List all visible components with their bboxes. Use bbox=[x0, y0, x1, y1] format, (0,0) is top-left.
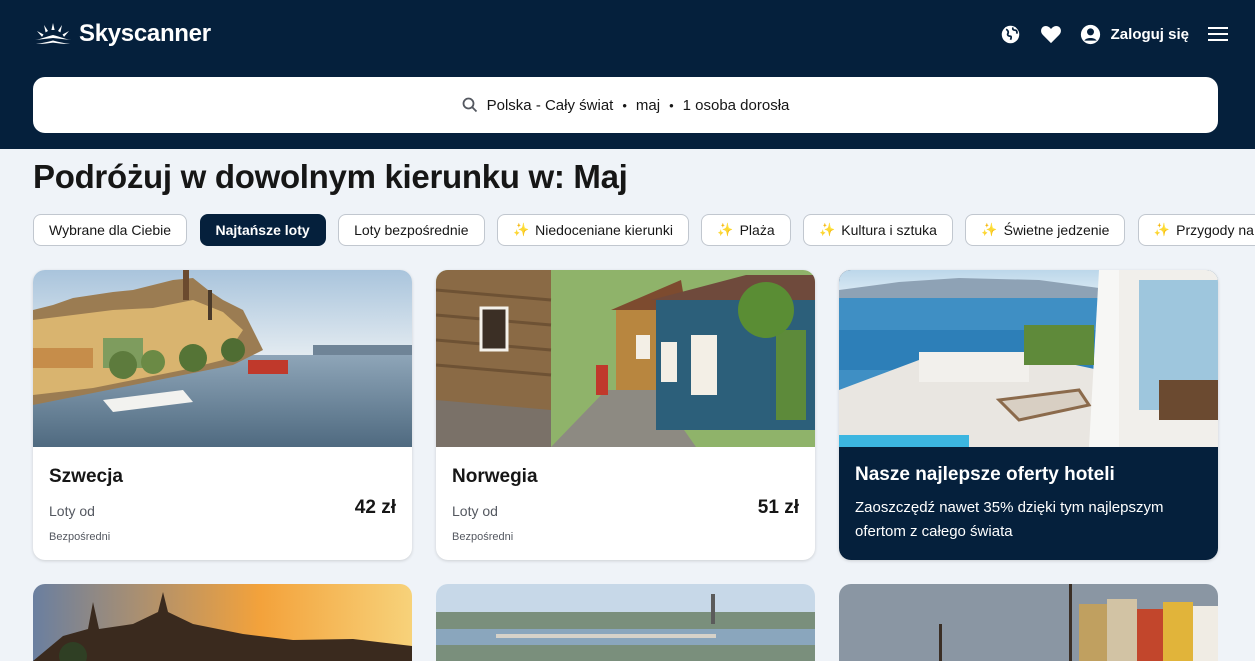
search-summary-bar[interactable]: Polska - Cały świat • maj • 1 osoba doro… bbox=[33, 77, 1218, 133]
separator-dot: • bbox=[669, 97, 674, 113]
direct-tag: Bezpośredni bbox=[49, 531, 111, 543]
chip-label: Wybrane dla Ciebie bbox=[49, 222, 172, 238]
destination-name: Norwegia bbox=[452, 466, 538, 487]
chip-culture-art[interactable]: ✨ Kultura i sztuka bbox=[803, 214, 953, 246]
search-travellers: 1 osoba dorosła bbox=[682, 96, 790, 114]
chip-label: Przygody na łonie bbox=[1176, 222, 1255, 238]
price: 51 zł bbox=[757, 497, 799, 518]
destination-photo-oslo-street bbox=[436, 270, 815, 447]
price: 42 zł bbox=[354, 497, 396, 518]
card-details: Szwecja Loty od 42 zł Bezpośredni bbox=[33, 447, 412, 560]
destination-photo-prague bbox=[33, 584, 412, 661]
search-date: maj bbox=[635, 96, 661, 114]
heart-icon[interactable] bbox=[1040, 23, 1062, 45]
sparkles-icon: ✨ bbox=[717, 222, 734, 237]
globe-icon[interactable] bbox=[1000, 23, 1022, 45]
hotel-terrace-photo bbox=[839, 270, 1218, 447]
destination-card-copenhagen-preview[interactable] bbox=[839, 584, 1218, 661]
chip-direct-flights[interactable]: Loty bezpośrednie bbox=[338, 214, 485, 246]
destination-name: Szwecja bbox=[49, 466, 123, 487]
chip-cheapest-flights[interactable]: Najtańsze loty bbox=[199, 214, 326, 246]
destination-card-prague-preview[interactable] bbox=[33, 584, 412, 661]
chip-picked-for-you[interactable]: Wybrane dla Ciebie bbox=[33, 214, 188, 246]
destination-card-sweden[interactable]: Szwecja Loty od 42 zł Bezpośredni bbox=[33, 270, 412, 560]
menu-icon[interactable] bbox=[1207, 23, 1229, 45]
hotel-promo-description: Zaoszczędź nawet 35% dzięki tym najlepsz… bbox=[855, 499, 1164, 540]
chip-label: Najtańsze loty bbox=[215, 222, 310, 238]
sparkles-icon: ✨ bbox=[981, 222, 998, 237]
chip-underrated-destinations[interactable]: ✨ Niedoceniane kierunki bbox=[496, 214, 689, 246]
sparkles-icon: ✨ bbox=[819, 222, 836, 237]
sunrise-logo-icon bbox=[35, 23, 71, 45]
login-link[interactable]: Zaloguj się bbox=[1111, 26, 1189, 43]
search-icon bbox=[462, 97, 477, 113]
hotel-promo-title: Nasze najlepsze oferty hoteli bbox=[855, 464, 1115, 485]
sparkles-icon: ✨ bbox=[1153, 222, 1171, 237]
hotel-deals-promo-card[interactable]: Nasze najlepsze oferty hoteli Zaoszczędź… bbox=[839, 270, 1218, 560]
destination-card-city-preview[interactable] bbox=[436, 584, 815, 661]
sparkles-icon: ✨ bbox=[512, 222, 530, 237]
direct-tag: Bezpośredni bbox=[452, 531, 514, 543]
skyscanner-logo[interactable]: Skyscanner bbox=[33, 19, 211, 49]
destination-photo-river-city bbox=[436, 584, 815, 661]
destination-card-norway[interactable]: Norwegia Loty od 51 zł Bezpośredni bbox=[436, 270, 815, 560]
chip-label: Niedoceniane kierunki bbox=[535, 222, 673, 238]
filter-chips: Wybrane dla Ciebie Najtańsze loty Loty b… bbox=[33, 214, 1255, 246]
card-details: Norwegia Loty od 51 zł Bezpośredni bbox=[436, 447, 815, 560]
chip-beach[interactable]: ✨ Plaża bbox=[701, 214, 791, 246]
chip-great-food[interactable]: ✨ Świetne jedzenie bbox=[965, 214, 1126, 246]
user-icon[interactable] bbox=[1080, 23, 1102, 45]
destination-photo-nyhavn bbox=[839, 584, 1218, 661]
chip-label: Kultura i sztuka bbox=[841, 222, 937, 238]
destination-photo-stockholm bbox=[33, 270, 412, 447]
chip-label: Plaża bbox=[739, 222, 775, 238]
search-route: Polska - Cały świat bbox=[486, 96, 614, 114]
header-actions: Zaloguj się bbox=[1000, 22, 1229, 46]
chip-label: Loty bezpośrednie bbox=[354, 222, 469, 238]
flights-from-label: Loty od bbox=[452, 503, 498, 519]
chip-outdoor-adventures[interactable]: ✨ Przygody na łonie bbox=[1137, 214, 1255, 246]
chip-label: Świetne jedzenie bbox=[1003, 222, 1110, 238]
flights-from-label: Loty od bbox=[49, 503, 95, 519]
page-title: Podróżuj w dowolnym kierunku w: Maj bbox=[33, 158, 628, 195]
separator-dot: • bbox=[622, 97, 627, 113]
brand-name: Skyscanner bbox=[79, 20, 211, 47]
site-header: Skyscanner Zaloguj się Polska - Cały świ… bbox=[0, 0, 1255, 149]
